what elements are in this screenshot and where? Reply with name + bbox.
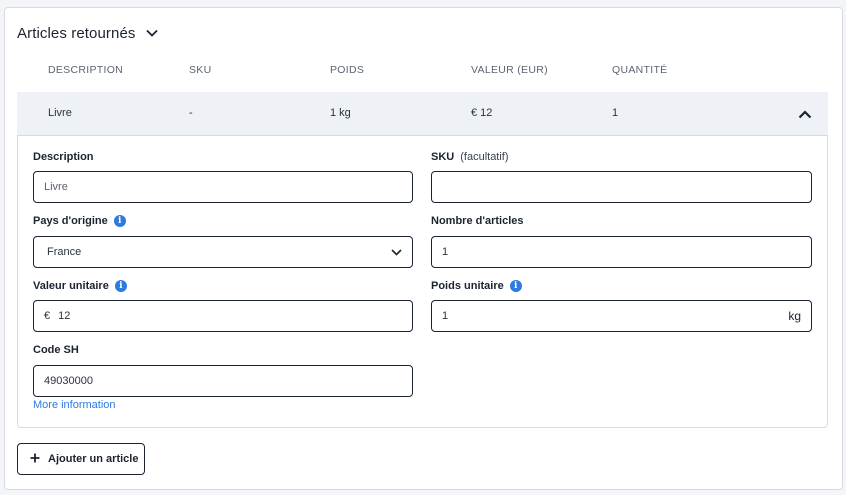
sku-optional-label: (facultatif) <box>460 151 509 163</box>
currency-prefix: € <box>44 310 51 322</box>
table-row[interactable]: Livre - 1 kg € 12 1 <box>17 92 828 136</box>
plus-icon <box>30 453 40 466</box>
info-icon[interactable]: i <box>114 280 127 292</box>
row-description: Livre <box>48 107 72 119</box>
row-valeur: € 12 <box>471 107 493 119</box>
valeur-field[interactable]: € 12 <box>33 300 413 332</box>
chevron-down-icon <box>391 248 402 256</box>
chevron-up-icon[interactable] <box>796 105 814 123</box>
description-value: Livre <box>44 181 68 193</box>
unit-suffix: kg <box>788 309 801 323</box>
poids-label: Poids unitaire i <box>431 280 522 292</box>
poids-field[interactable]: 1 kg <box>431 300 812 332</box>
row-sku: - <box>189 107 193 119</box>
pays-value: France <box>47 246 82 258</box>
header-valeur: VALEUR (EUR) <box>471 64 548 76</box>
chevron-down-icon <box>145 29 158 37</box>
item-detail-form: Description Livre SKU (facultatif) Pays d… <box>17 136 828 428</box>
row-poids: 1 kg <box>330 107 351 119</box>
sku-label: SKU (facultatif) <box>431 151 509 163</box>
more-information-link[interactable]: More information <box>33 399 116 411</box>
info-icon[interactable]: i <box>509 280 522 292</box>
row-quantite: 1 <box>612 107 619 119</box>
nombre-value: 1 <box>442 246 449 258</box>
description-label: Description <box>33 151 94 163</box>
header-poids: POIDS <box>330 64 365 76</box>
nombre-field[interactable]: 1 <box>431 236 812 268</box>
header-quantite: QUANTITÉ <box>612 64 668 76</box>
valeur-label: Valeur unitaire i <box>33 280 127 292</box>
description-field[interactable]: Livre <box>33 171 413 203</box>
add-item-button[interactable]: Ajouter un article <box>17 443 145 475</box>
returned-items-card: Articles retournés DESCRIPTION SKU POIDS… <box>4 7 843 490</box>
pays-select[interactable]: France <box>33 236 413 268</box>
pays-label: Pays d'origine i <box>33 215 126 227</box>
add-item-label: Ajouter un article <box>48 453 139 465</box>
code-sh-field[interactable]: 49030000 <box>33 365 413 397</box>
poids-value: 1 <box>442 310 449 322</box>
section-title: Articles retournés <box>17 24 136 42</box>
nombre-label: Nombre d'articles <box>431 215 524 227</box>
header-sku: SKU <box>189 64 212 76</box>
code-sh-label: Code SH <box>33 344 79 356</box>
code-sh-value: 49030000 <box>44 375 93 387</box>
section-toggle[interactable]: Articles retournés <box>17 22 158 44</box>
header-description: DESCRIPTION <box>48 64 124 76</box>
info-icon[interactable]: i <box>113 215 126 227</box>
sku-field[interactable] <box>431 171 812 203</box>
valeur-value: 12 <box>58 310 71 322</box>
